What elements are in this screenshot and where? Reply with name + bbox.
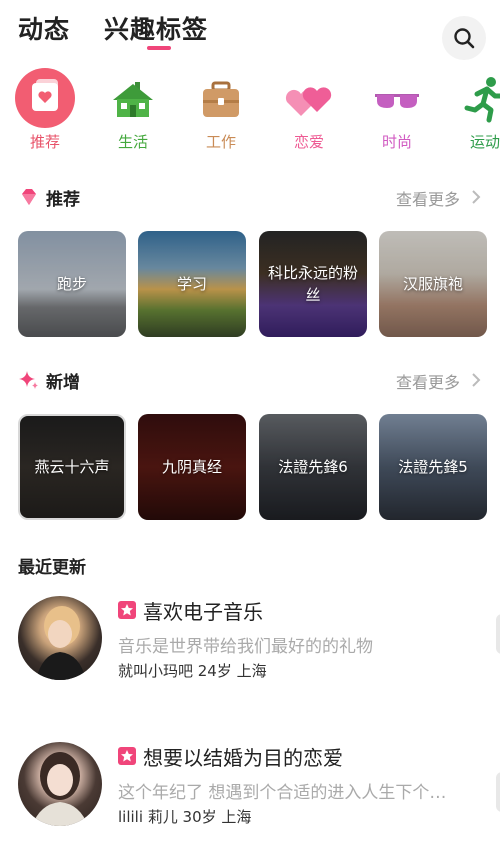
category-fashion[interactable]: 时尚 — [357, 68, 437, 158]
recommend-see-more-link[interactable]: 查看更多 — [396, 186, 460, 210]
hearts-icon — [285, 87, 332, 116]
sunglasses-icon — [375, 94, 419, 108]
diamond-icon — [22, 189, 36, 205]
tile-forensic-6[interactable]: 法證先鋒6 — [259, 414, 367, 520]
tile-yanyun[interactable]: 燕云十六声 — [18, 414, 126, 520]
new-tiles: 燕云十六声 九阴真经 法證先鋒6 法證先鋒5 — [18, 414, 488, 522]
post-title: 喜欢电子音乐 — [143, 600, 263, 624]
category-row: 推荐 生活 工作 恋爱 时尚 运动 — [0, 68, 500, 158]
tile-label: 法證先鋒6 — [278, 458, 348, 476]
tile-label: 九阴真经 — [161, 458, 222, 476]
top-bar: 动态 兴趣标签 — [0, 0, 500, 60]
category-label: 时尚 — [381, 133, 412, 151]
recommend-section-header: 推荐 查看更多 — [0, 182, 500, 212]
runner-icon — [464, 77, 500, 123]
category-love[interactable]: 恋爱 — [269, 68, 349, 158]
category-sports[interactable]: 运动 — [445, 68, 500, 158]
avatar[interactable] — [18, 742, 102, 826]
post-item[interactable]: 想要以结婚为目的恋爱 这个年纪了 想遇到个合适的进入人生下个… lilili 莉… — [0, 742, 500, 842]
tile-running[interactable]: 跑步 — [18, 231, 126, 337]
active-tab-indicator — [147, 46, 171, 50]
tile-label: 汉服旗袍 — [402, 275, 463, 293]
category-recommend[interactable]: 推荐 — [5, 68, 85, 158]
recommend-card-icon — [15, 68, 75, 128]
post-meta: 就叫小玛吧 24岁 上海 — [118, 662, 267, 680]
post-title: 想要以结婚为目的恋爱 — [143, 746, 343, 770]
search-button[interactable] — [442, 16, 486, 60]
tile-study[interactable]: 学习 — [138, 231, 246, 337]
tile-label: 科比永远的粉丝 — [267, 264, 358, 304]
house-icon — [113, 82, 153, 117]
briefcase-icon — [203, 81, 239, 117]
tile-hanfu[interactable]: 汉服旗袍 — [379, 231, 487, 337]
tab-interest-tags[interactable]: 兴趣标签 — [104, 10, 208, 46]
recommend-tiles: 跑步 学习 科比永远的粉丝 汉服旗袍 — [18, 231, 488, 339]
category-label: 运动 — [469, 133, 500, 151]
post-meta: lilili 莉儿 30岁 上海 — [118, 808, 252, 826]
category-label: 推荐 — [29, 133, 60, 151]
category-label: 生活 — [117, 133, 148, 151]
tile-label: 跑步 — [56, 275, 87, 293]
post-description: 音乐是世界带给我们最好的的礼物 — [118, 637, 373, 657]
tile-jiuyin[interactable]: 九阴真经 — [138, 414, 246, 520]
new-section-header: 新增 查看更多 — [0, 365, 500, 395]
section-title: 推荐 — [46, 190, 80, 210]
star-badge-icon — [118, 747, 136, 765]
avatar[interactable] — [18, 596, 102, 680]
new-see-more-link[interactable]: 查看更多 — [396, 369, 460, 393]
chevron-right-icon[interactable] — [468, 188, 484, 206]
star-badge-icon — [118, 601, 136, 619]
post-item[interactable]: 喜欢电子音乐 音乐是世界带给我们最好的的礼物 就叫小玛吧 24岁 上海 — [0, 596, 500, 696]
post-description: 这个年纪了 想遇到个合适的进入人生下个… — [118, 783, 447, 803]
tile-label: 学习 — [176, 275, 207, 293]
category-work[interactable]: 工作 — [181, 68, 261, 158]
sparkle-icon — [19, 371, 38, 389]
tile-label: 燕云十六声 — [34, 458, 110, 476]
tile-forensic-5[interactable]: 法證先鋒5 — [379, 414, 487, 520]
category-life[interactable]: 生活 — [93, 68, 173, 158]
tab-dongtai[interactable]: 动态 — [18, 10, 70, 46]
side-edge — [496, 772, 500, 812]
recent-updates-title: 最近更新 — [18, 558, 86, 578]
search-icon — [454, 28, 475, 49]
category-label: 工作 — [205, 133, 236, 151]
chevron-right-icon[interactable] — [468, 371, 484, 389]
section-title: 新增 — [46, 373, 80, 393]
side-edge — [496, 614, 500, 654]
tile-label: 法證先鋒5 — [398, 458, 468, 476]
tile-kobe-fans[interactable]: 科比永远的粉丝 — [259, 231, 367, 337]
category-label: 恋爱 — [293, 133, 324, 151]
